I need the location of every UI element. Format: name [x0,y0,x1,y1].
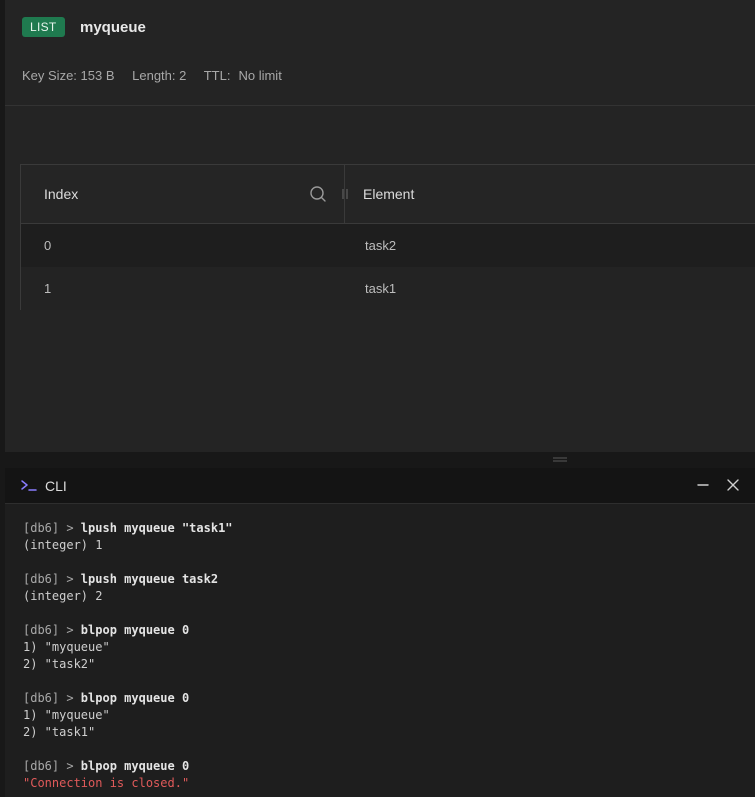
cli-output[interactable]: [db6] > lpush myqueue "task1" (integer) … [23,520,743,797]
table-header: Index Element [21,165,755,224]
key-length: Length: 2 [132,68,187,83]
column-header-element: Element [363,186,415,202]
key-meta: Key Size: 153 B Length: 2 TTL: No limit [22,68,296,83]
cli-entry: [db6] > lpush myqueue "task1" (integer) … [23,520,743,554]
row-element[interactable]: task1 [365,281,396,296]
ttl-value[interactable]: No limit [238,68,281,83]
cli-entry: [db6] > lpush myqueue task2 (integer) 2 [23,571,743,605]
key-type-badge: LIST [22,17,65,37]
key-header: LIST myqueue Key Size: 153 B Length: 2 T… [5,0,755,106]
key-details-panel: LIST myqueue Key Size: 153 B Length: 2 T… [5,0,755,452]
cli-prompt: [db6] > [23,759,81,773]
row-element[interactable]: task2 [365,238,396,253]
drag-handle-icon[interactable] [553,457,567,462]
app-root: LIST myqueue Key Size: 153 B Length: 2 T… [0,0,755,797]
list-elements-table: Index Element 0 task2 1 task1 [20,164,755,310]
cli-panel: CLI [db6] > lpush myqueue "task1" (integ… [5,468,755,797]
panel-splitter[interactable] [0,452,755,468]
terminal-prompt-icon [21,480,37,491]
minimize-icon[interactable] [696,478,710,492]
cli-header: CLI [5,468,755,504]
row-index: 1 [44,281,52,296]
cli-prompt: [db6] > [23,572,81,586]
cli-prompt: [db6] > [23,521,81,535]
ttl-label: TTL: [203,68,231,83]
cli-result: (integer) 1 [23,538,103,552]
cli-result: 2) "task2" [23,657,96,671]
row-index: 0 [44,238,52,253]
column-resize-handle[interactable] [341,189,349,199]
cli-command: lpush myqueue "task1" [80,521,233,535]
table-row[interactable]: 0 task2 [21,224,755,267]
cli-error: "Connection is closed." [23,776,190,790]
cli-command: blpop myqueue 0 [80,759,190,773]
cli-command: blpop myqueue 0 [80,691,190,705]
search-icon[interactable] [309,185,327,203]
column-header-index: Index [44,186,79,202]
cli-result: (integer) 2 [23,589,103,603]
key-size: Key Size: 153 B [22,68,115,83]
cli-entry: [db6] > blpop myqueue 0 "Connection is c… [23,758,743,792]
key-name: myqueue [80,19,146,36]
table-row[interactable]: 1 task1 [21,267,755,310]
cli-result: 1) "myqueue" [23,708,110,722]
cli-title: CLI [45,478,67,494]
cli-command: blpop myqueue 0 [80,623,190,637]
cli-prompt: [db6] > [23,623,81,637]
cli-prompt: [db6] > [23,691,81,705]
cli-entry: [db6] > blpop myqueue 0 1) "myqueue" 2) … [23,690,743,741]
cli-result: 2) "task1" [23,725,96,739]
close-icon[interactable] [726,478,740,492]
cli-result: 1) "myqueue" [23,640,110,654]
cli-command: lpush myqueue task2 [80,572,219,586]
cli-entry: [db6] > blpop myqueue 0 1) "myqueue" 2) … [23,622,743,673]
